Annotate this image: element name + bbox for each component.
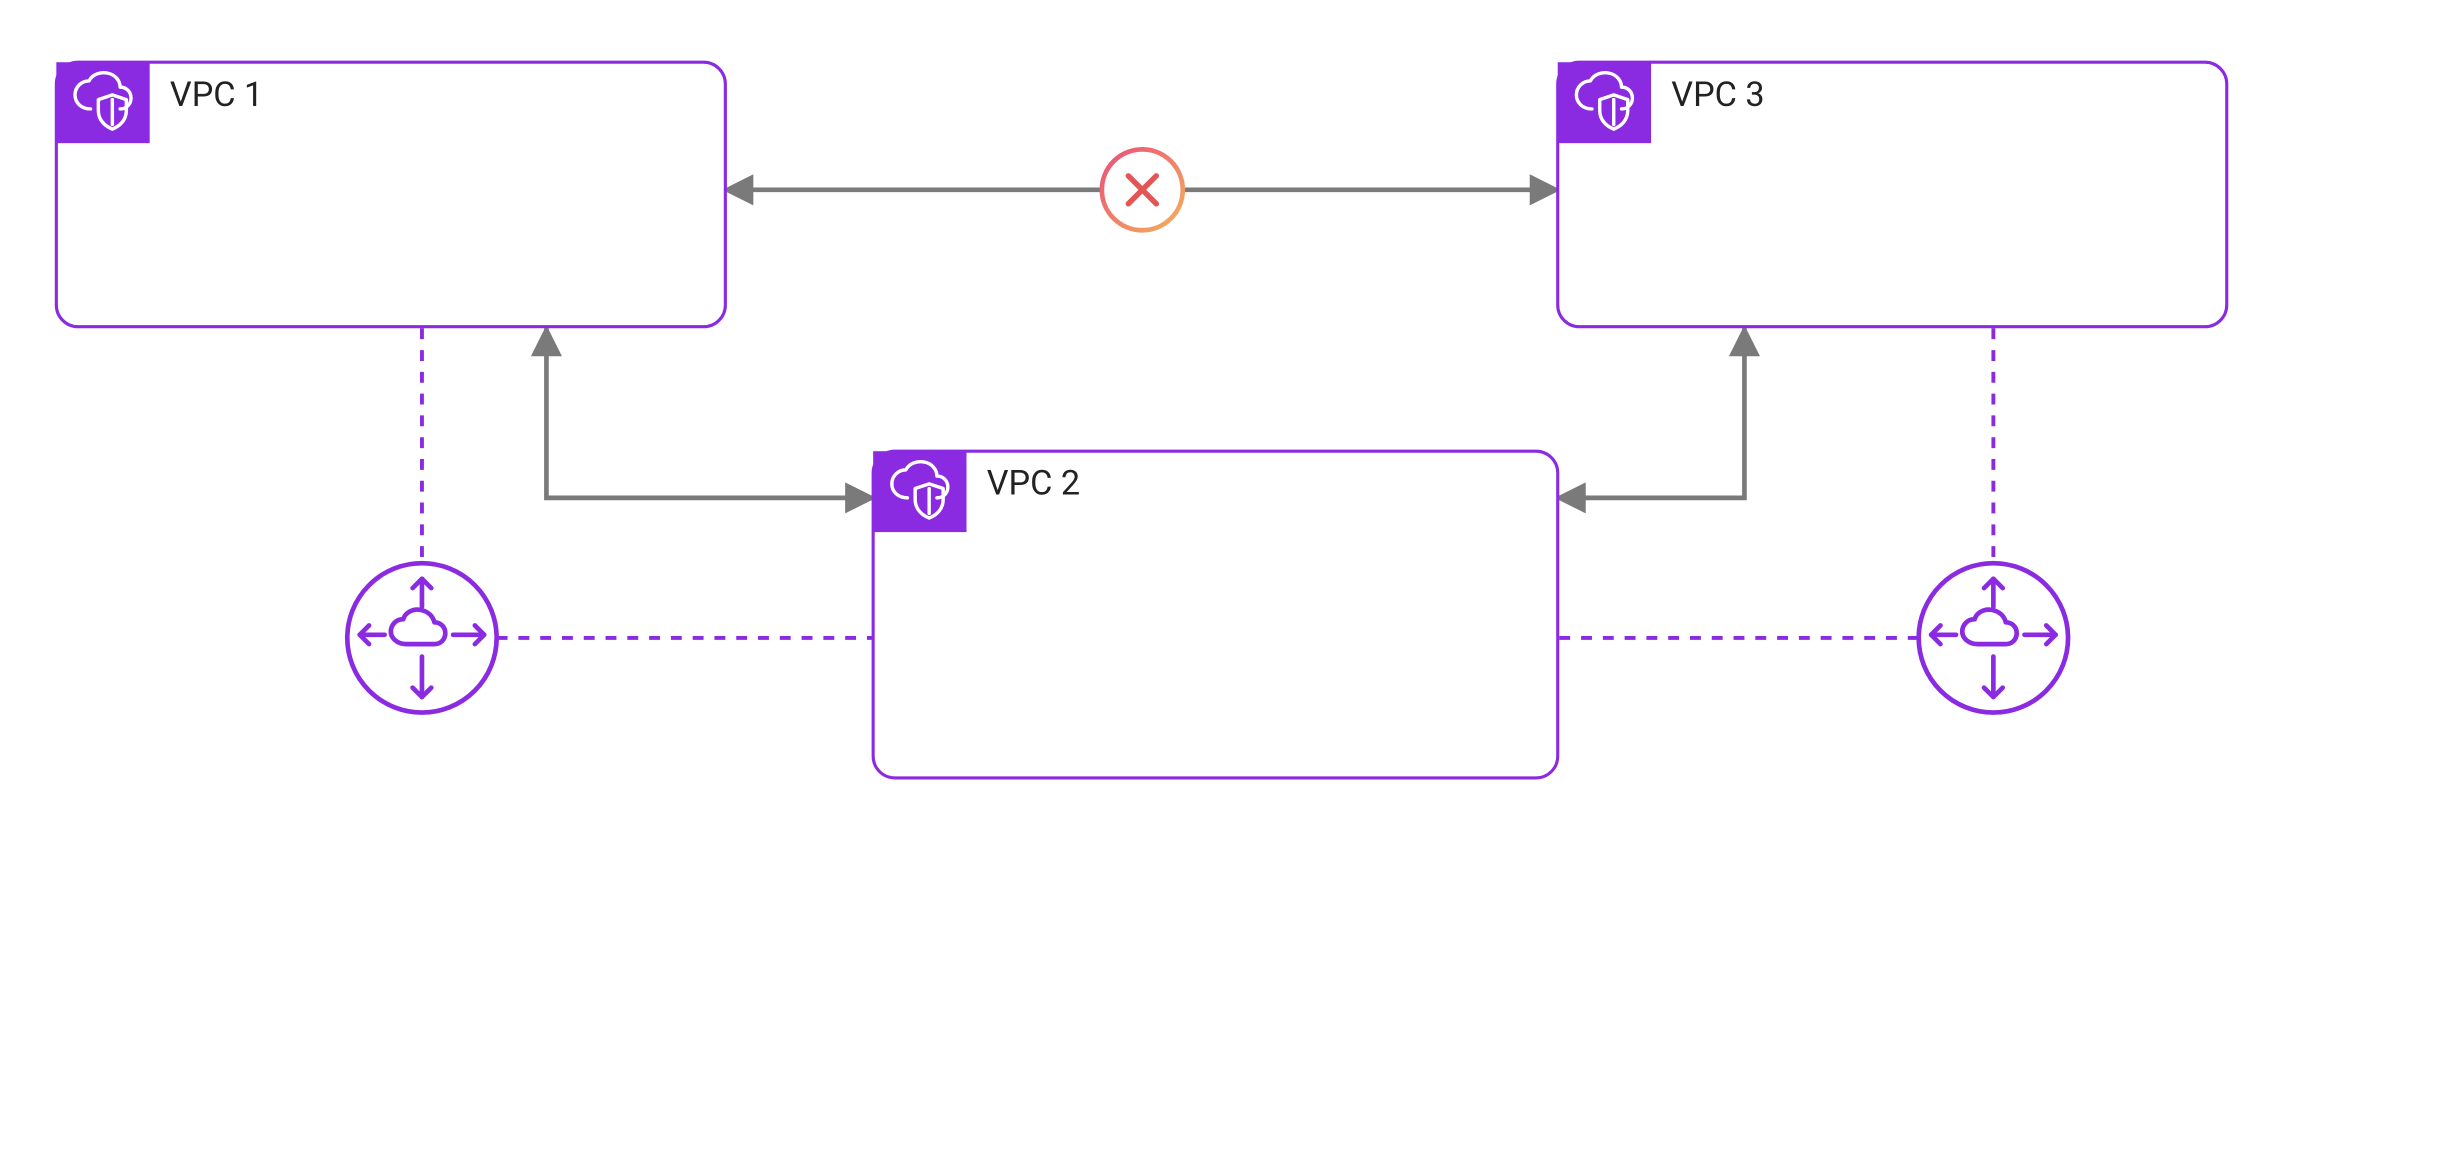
vpc1-box: VPC 1 [56,62,725,326]
vpc3-label: VPC 3 [1671,75,1764,115]
vpc2-label: VPC 2 [987,464,1080,504]
vpc-peering-diagram: VPC 1 VPC 3 VPC 2 [0,0,2462,1170]
internet-gateway-right [1919,563,2068,712]
connection-vpc3-vpc2 [1558,328,1745,498]
connection-vpc1-vpc2 [546,328,873,498]
gateway-icon [347,563,496,712]
internet-gateway-left [347,563,496,712]
gateway-icon [1919,563,2068,712]
connection-vpc1-vpc3-blocked [725,149,1557,230]
vpc3-box: VPC 3 [1558,62,2227,326]
vpc2-box: VPC 2 [873,451,1558,778]
vpc1-label: VPC 1 [170,75,263,115]
